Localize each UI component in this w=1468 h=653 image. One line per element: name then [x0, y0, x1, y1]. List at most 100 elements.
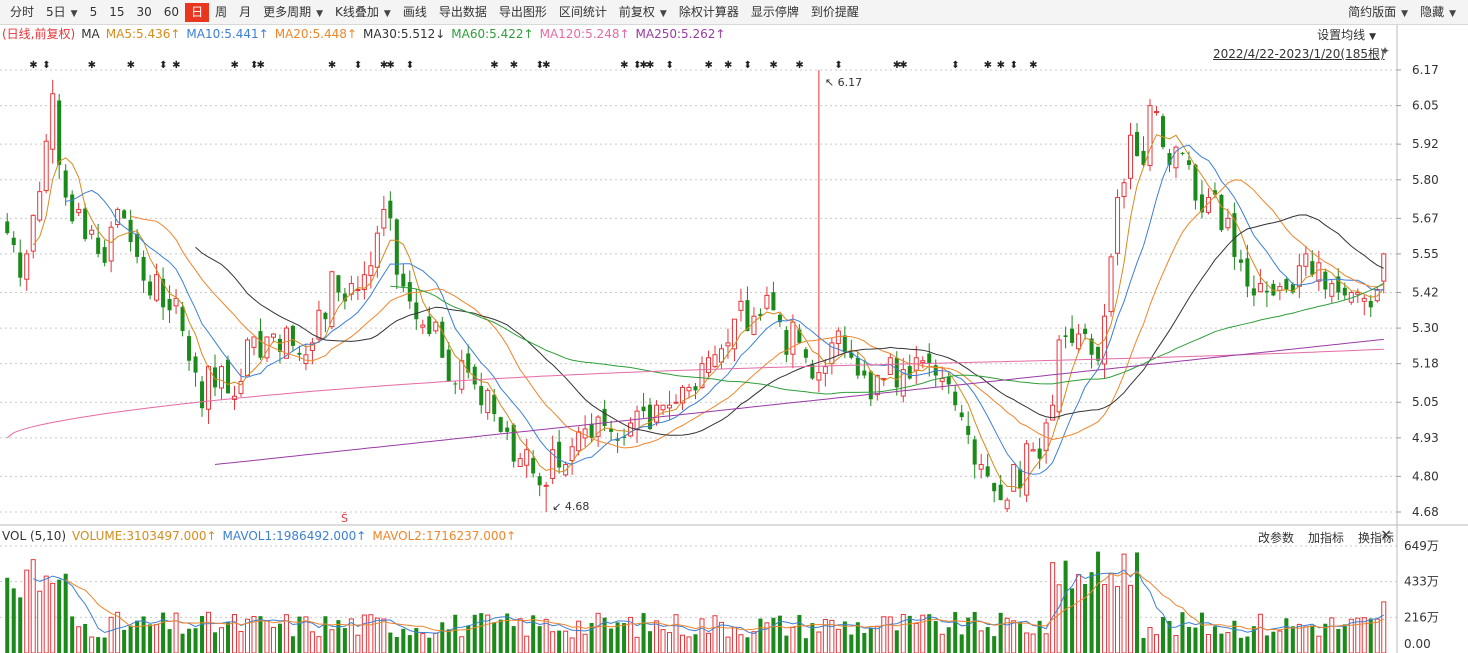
candle-body — [89, 229, 95, 235]
volume-bar — [1277, 630, 1283, 653]
candle-body — [505, 427, 510, 432]
candle-body — [868, 371, 873, 400]
candle-body — [407, 282, 412, 302]
volume-bar — [394, 636, 399, 653]
volume-bar — [96, 637, 101, 653]
event-marker: ⬍ — [666, 60, 674, 71]
volume-bar — [1030, 633, 1036, 653]
volume-bar — [173, 612, 179, 653]
volume-bar — [660, 629, 666, 653]
candle-body — [569, 446, 575, 462]
volume-bar — [187, 628, 192, 653]
event-marker: ✱ — [88, 60, 96, 71]
candle-body — [972, 439, 977, 465]
volume-bar — [309, 631, 315, 653]
volume-bar — [388, 632, 393, 653]
candle-body — [589, 423, 594, 438]
volume-bar — [920, 614, 926, 653]
vol-tick-label: 433万 — [1404, 575, 1439, 589]
candle-body — [1037, 448, 1042, 459]
volume-bar — [1102, 584, 1108, 653]
volume-bar — [498, 619, 503, 653]
candle-body — [420, 324, 426, 328]
event-marker: ✱ — [1029, 60, 1037, 71]
volume-bar — [135, 620, 140, 653]
candle-body — [264, 336, 270, 359]
volume-bar — [537, 626, 542, 653]
candle-body — [1024, 443, 1030, 496]
vol-legend-item: VOLUME:3103497.000↑ — [72, 529, 217, 543]
volume-bar — [758, 618, 763, 653]
s-marker: Ŝ — [341, 512, 348, 525]
volume-bar — [1147, 627, 1153, 653]
volume-bar — [355, 634, 361, 653]
candle-body — [939, 378, 945, 382]
event-marker: ✱ — [795, 60, 803, 71]
volume-bar — [1336, 628, 1341, 653]
volume-bar — [803, 638, 808, 653]
event-marker: ✱ — [997, 60, 1005, 71]
volume-bar — [511, 626, 516, 653]
vol-tool-button-1[interactable]: 加指标 — [1308, 531, 1344, 545]
ma10-line — [65, 144, 1384, 475]
volume-bar — [1056, 584, 1062, 653]
candle-body — [374, 232, 380, 268]
volume-bar — [609, 628, 614, 653]
volume-bar — [200, 616, 205, 653]
candle-body — [517, 458, 523, 467]
candle-body — [440, 321, 445, 358]
volume-bar — [634, 636, 640, 653]
vol-tool-button-0[interactable]: 改参数 — [1258, 531, 1294, 545]
candle-body — [251, 336, 257, 348]
candle-body — [388, 200, 393, 219]
volume-bar — [492, 622, 497, 653]
candle-body — [1310, 261, 1315, 275]
candle-body — [24, 253, 30, 280]
volume-bar — [1225, 632, 1231, 653]
candle-body — [595, 416, 601, 437]
candle-body — [329, 271, 335, 328]
candle-body — [1303, 253, 1309, 267]
candle-body — [855, 357, 860, 376]
candle-body — [1153, 111, 1160, 114]
volume-bar — [433, 632, 439, 653]
volume-bar — [238, 630, 244, 653]
candle-body — [582, 428, 588, 439]
event-marker: ✱ — [231, 60, 239, 71]
volume-bar — [693, 634, 698, 653]
volume-bar — [479, 613, 484, 653]
volume-bar — [731, 626, 737, 653]
event-marker: ⬍ — [354, 60, 362, 71]
candle-body — [790, 321, 796, 355]
candle-body — [258, 331, 263, 358]
volume-bar — [622, 623, 627, 653]
volume-bar — [1316, 635, 1322, 653]
volume-bar — [648, 631, 653, 653]
candle-body — [966, 425, 971, 435]
candle-body — [557, 441, 562, 468]
volume-bar — [1018, 621, 1023, 653]
volume-bar — [1011, 620, 1017, 653]
volume-bar — [24, 569, 30, 653]
volume-bar — [193, 628, 198, 653]
vol-legend-item: MAVOL1:1986492.000↑ — [222, 529, 367, 543]
candle-body — [1096, 346, 1101, 361]
candle-body — [50, 93, 56, 150]
volume-bar — [102, 637, 107, 653]
candle-body — [609, 428, 614, 432]
event-marker: ✱ — [386, 60, 394, 71]
volume-bar — [1212, 626, 1217, 653]
event-marker: ⬍ — [406, 60, 414, 71]
candle-body — [446, 349, 451, 382]
candle-body — [316, 309, 322, 340]
candle-body — [141, 256, 146, 281]
volume-bar — [1076, 574, 1082, 653]
volume-bar — [50, 582, 56, 653]
candle-body — [673, 401, 679, 404]
candle-body — [764, 294, 770, 309]
candle-body — [414, 302, 419, 320]
candle-body — [43, 140, 49, 192]
volume-bar — [667, 632, 673, 653]
close-icon[interactable]: × — [1380, 527, 1392, 543]
volume-bar — [1348, 618, 1354, 653]
